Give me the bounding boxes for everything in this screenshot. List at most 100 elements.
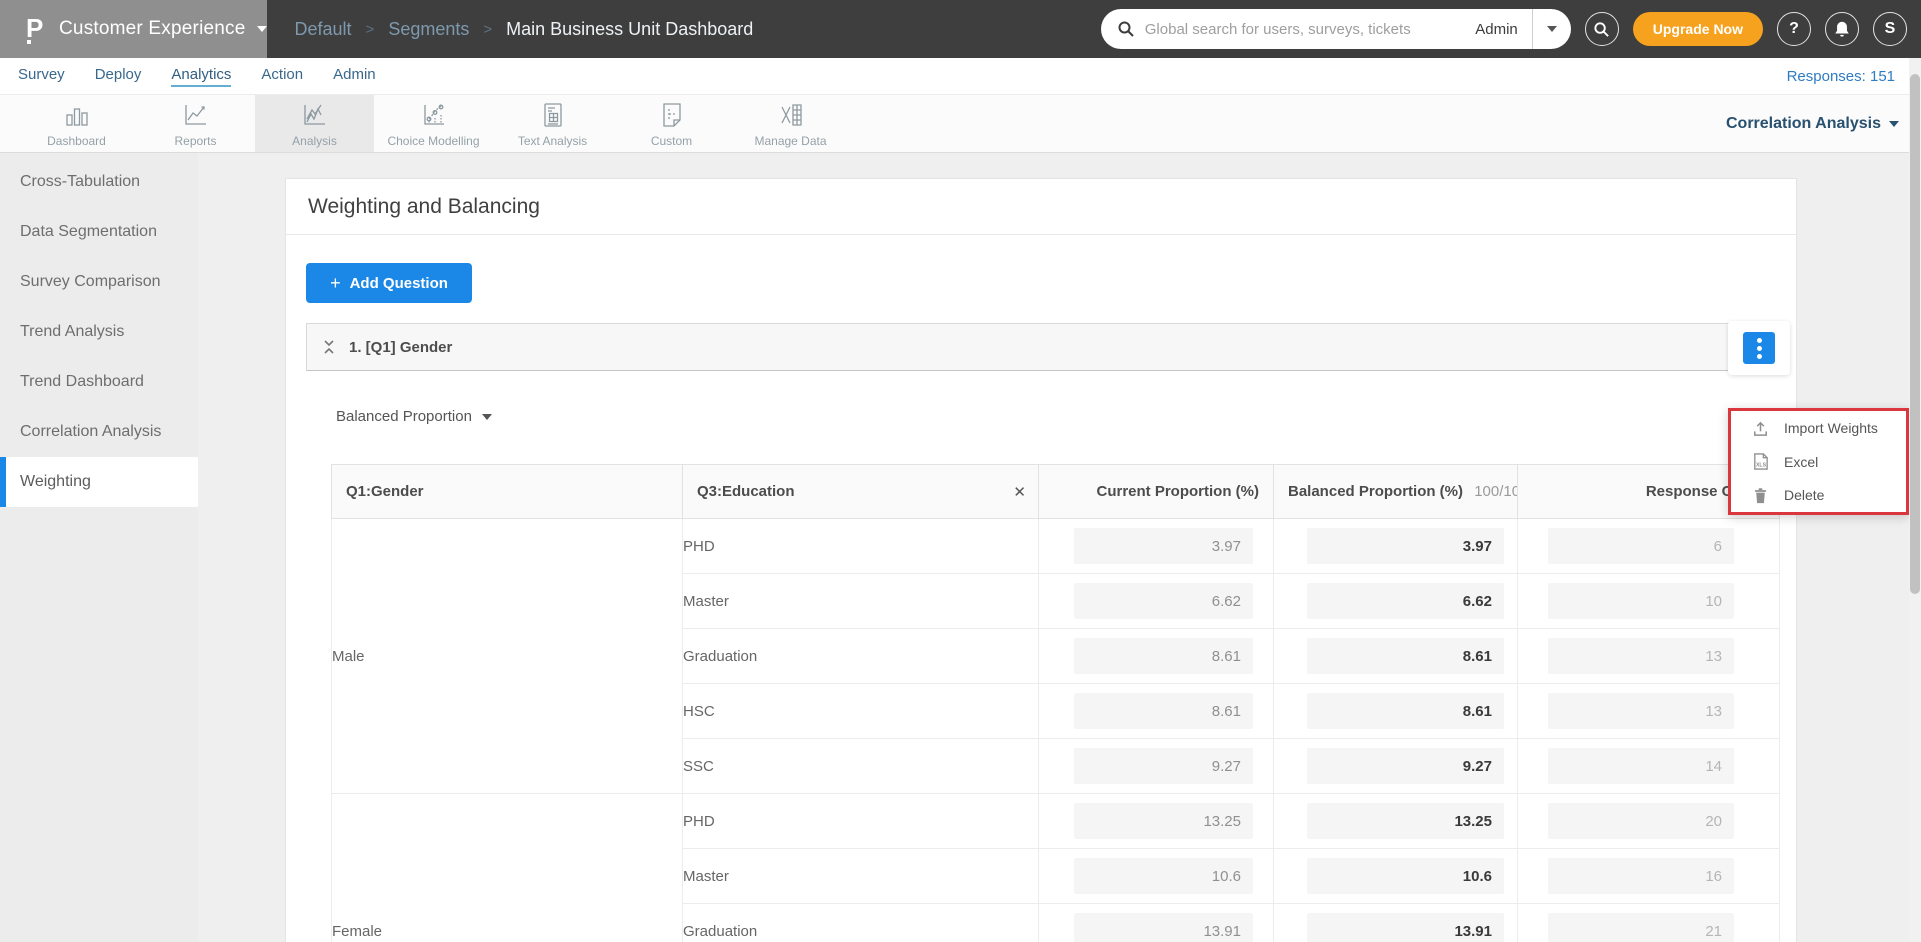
analysis-type-dropdown[interactable]: Correlation Analysis: [1726, 115, 1899, 133]
search-placeholder: Global search for users, surveys, ticket…: [1145, 21, 1475, 38]
toolbar-choice-modelling[interactable]: Choice Modelling: [374, 95, 493, 152]
sidebar-item-weighting[interactable]: Weighting: [0, 457, 198, 507]
sidebar-item-trend-dashboard[interactable]: Trend Dashboard: [0, 357, 198, 407]
menu-item-label: Delete: [1784, 487, 1824, 503]
custom-page-icon: [657, 100, 687, 130]
question-menu-anchor: [1728, 321, 1790, 375]
tab-analytics[interactable]: Analytics: [171, 66, 231, 87]
response-count-value: 10: [1548, 583, 1734, 619]
scrollbar-thumb[interactable]: [1910, 74, 1920, 594]
breadcrumb-link-segments[interactable]: Segments: [388, 19, 469, 40]
balanced-proportion-input[interactable]: 3.97: [1307, 528, 1504, 564]
balanced-proportion-input[interactable]: 10.6: [1307, 858, 1504, 894]
line-chart-icon: [181, 100, 211, 130]
notifications-button[interactable]: [1825, 12, 1859, 46]
analytics-toolbar: Dashboard Reports Analysis Choice Modell…: [0, 94, 1921, 153]
card-body: + Add Question 1. [Q1] Gender: [286, 235, 1796, 942]
upload-icon: [1751, 419, 1770, 438]
toolbar-custom[interactable]: Custom: [612, 95, 731, 152]
svg-text:P: P: [26, 13, 43, 43]
menu-item-excel[interactable]: XLS Excel: [1731, 445, 1906, 478]
add-question-button[interactable]: + Add Question: [306, 263, 472, 303]
balanced-proportion-input[interactable]: 8.61: [1307, 638, 1504, 674]
weighting-card: Weighting and Balancing + Add Question 1…: [285, 178, 1797, 942]
global-search-input[interactable]: Global search for users, surveys, ticket…: [1101, 9, 1571, 49]
search-scope-caret[interactable]: [1533, 9, 1571, 49]
response-count-value: 6: [1548, 528, 1734, 564]
tab-action[interactable]: Action: [261, 66, 303, 87]
search-submit-button[interactable]: [1585, 12, 1619, 46]
gender-cell: Male: [332, 519, 683, 794]
response-count-value: 14: [1548, 748, 1734, 784]
balanced-proportion-input[interactable]: 13.91: [1307, 913, 1504, 942]
education-cell: HSC: [683, 684, 1039, 739]
tab-survey[interactable]: Survey: [18, 66, 65, 87]
balanced-proportion-input[interactable]: 13.25: [1307, 803, 1504, 839]
collapse-icon[interactable]: [321, 339, 337, 355]
current-proportion-value: 13.91: [1074, 913, 1253, 942]
toolbar-analysis[interactable]: Analysis: [255, 95, 374, 152]
education-cell: PHD: [683, 519, 1039, 574]
analysis-type-label: Correlation Analysis: [1726, 115, 1881, 133]
question-panel-header[interactable]: 1. [Q1] Gender: [306, 323, 1779, 371]
toolbar-text-analysis[interactable]: Text Analysis: [493, 95, 612, 152]
current-proportion-value: 8.61: [1074, 693, 1253, 729]
tab-deploy[interactable]: Deploy: [95, 66, 142, 87]
proportion-dropdown-row: Balanced Proportion: [336, 408, 1796, 428]
toolbar-label: Text Analysis: [518, 134, 587, 148]
workspace-switcher[interactable]: P Customer Experience: [0, 0, 267, 58]
tab-admin[interactable]: Admin: [333, 66, 376, 87]
question-menu-button[interactable]: [1743, 332, 1775, 364]
sidebar-item-trend-analysis[interactable]: Trend Analysis: [0, 307, 198, 357]
sidebar-item-cross-tabulation[interactable]: Cross-Tabulation: [0, 157, 198, 207]
analysis-chart-icon: [300, 100, 330, 130]
balanced-proportion-input[interactable]: 9.27: [1307, 748, 1504, 784]
question-context-menu: Import Weights XLS Excel Delete: [1728, 408, 1909, 515]
search-scope-selector[interactable]: Admin: [1475, 21, 1518, 38]
toolbar-manage-data[interactable]: Manage Data: [731, 95, 850, 152]
primary-nav: Survey Deploy Analytics Action Admin Res…: [0, 58, 1921, 94]
menu-item-label: Import Weights: [1784, 420, 1878, 436]
question-title: 1. [Q1] Gender: [349, 339, 452, 356]
upgrade-button[interactable]: Upgrade Now: [1633, 12, 1763, 46]
avatar[interactable]: S: [1873, 12, 1907, 46]
page-scrollbar[interactable]: [1909, 58, 1921, 942]
balanced-proportion-input[interactable]: 6.62: [1307, 583, 1504, 619]
menu-item-import-weights[interactable]: Import Weights: [1731, 412, 1906, 445]
toolbar-reports[interactable]: Reports: [136, 95, 255, 152]
toolbar-dashboard[interactable]: Dashboard: [17, 95, 136, 152]
current-proportion-value: 9.27: [1074, 748, 1253, 784]
toolbar-label: Manage Data: [754, 134, 826, 148]
breadcrumb-link-default[interactable]: Default: [295, 19, 352, 40]
sidebar-item-data-segmentation[interactable]: Data Segmentation: [0, 207, 198, 257]
balanced-proportion-input[interactable]: 8.61: [1307, 693, 1504, 729]
current-proportion-value: 8.61: [1074, 638, 1253, 674]
weighting-table: Q1:Gender Q3:Education ✕ Current Proport…: [331, 464, 1780, 942]
kebab-dot: [1757, 346, 1762, 351]
response-count-value: 21: [1548, 913, 1734, 942]
col-header-education-label: Q3:Education: [697, 483, 795, 500]
workspace-name: Customer Experience: [59, 18, 246, 40]
col-header-education: Q3:Education ✕: [683, 465, 1039, 519]
education-cell: Master: [683, 574, 1039, 629]
question-mark-icon: ?: [1789, 20, 1799, 38]
col-header-balanced-label: Balanced Proportion (%): [1288, 483, 1463, 500]
help-button[interactable]: ?: [1777, 12, 1811, 46]
close-icon[interactable]: ✕: [1013, 483, 1026, 501]
menu-item-delete[interactable]: Delete: [1731, 479, 1906, 512]
toolbar-label: Reports: [174, 134, 216, 148]
education-cell: PHD: [683, 794, 1039, 849]
excel-file-icon: XLS: [1751, 452, 1770, 471]
responses-count: Responses: 151: [1787, 68, 1895, 85]
proportion-mode-dropdown[interactable]: Balanced Proportion: [336, 408, 492, 425]
sidebar-item-survey-comparison[interactable]: Survey Comparison: [0, 257, 198, 307]
caret-down-icon: [1889, 121, 1899, 127]
current-proportion-value: 6.62: [1074, 583, 1253, 619]
toolbar-label: Analysis: [292, 134, 337, 148]
toolbar-label: Dashboard: [47, 134, 106, 148]
table-row: Male PHD 3.97 3.97 6: [332, 519, 1780, 574]
sidebar-item-correlation-analysis[interactable]: Correlation Analysis: [0, 407, 198, 457]
kebab-dot: [1757, 354, 1762, 359]
response-count-value: 13: [1548, 638, 1734, 674]
questionpro-logo: P: [24, 13, 48, 45]
